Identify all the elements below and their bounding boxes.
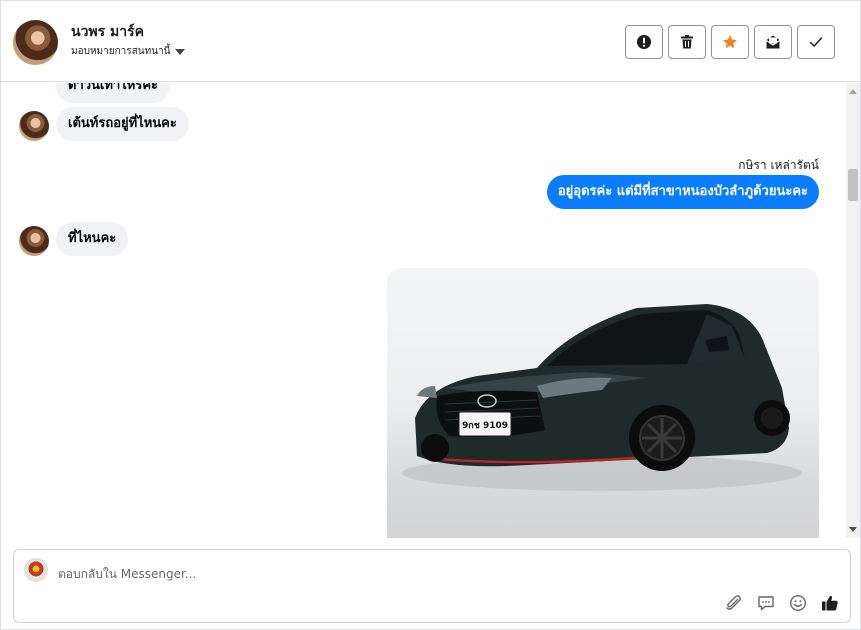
- attach-button[interactable]: [724, 593, 744, 613]
- saved-reply-icon: [758, 596, 774, 611]
- assign-label: มอบหมายการสนทนานี้: [71, 46, 171, 57]
- emoji-button[interactable]: [788, 593, 808, 613]
- scroll-up-arrow-icon[interactable]: [849, 89, 857, 94]
- like-button[interactable]: [820, 593, 840, 613]
- conversation-actions: [625, 25, 835, 59]
- mark-unread-button[interactable]: [754, 25, 792, 59]
- conversation-header: นวพร มาร์ค มอบหมายการสนทนานี้: [1, 1, 860, 82]
- thumbs-up-icon: [822, 595, 838, 611]
- contact-avatar[interactable]: [13, 20, 58, 65]
- message-bubble-incoming[interactable]: เต้นท์รถอยู่ที่ไหนคะ: [56, 107, 189, 141]
- envelope-icon: [766, 35, 780, 49]
- star-icon: [723, 35, 737, 49]
- delete-button[interactable]: [668, 25, 706, 59]
- license-plate: 9กช 9109: [462, 421, 508, 431]
- contact-avatar-small: [19, 111, 49, 141]
- checkmark-icon: [809, 37, 823, 47]
- reply-composer: [13, 549, 851, 623]
- message-bubble-incoming[interactable]: ที่ไหนคะ: [56, 222, 129, 256]
- scroll-down-arrow-icon[interactable]: [849, 527, 857, 532]
- mark-spam-button[interactable]: [625, 25, 663, 59]
- saved-reply-button[interactable]: [756, 593, 776, 613]
- mark-done-button[interactable]: [797, 25, 835, 59]
- assign-conversation-dropdown[interactable]: มอบหมายการสนทนานี้: [71, 44, 186, 59]
- star-button[interactable]: [711, 25, 749, 59]
- emoji-icon: [789, 594, 807, 612]
- inbox-conversation-panel: นวพร มาร์ค มอบหมายการสนทนานี้ ดาวนเทาไหร…: [0, 0, 861, 630]
- sender-name: กษิรา เหล่ารัตน์: [738, 158, 819, 172]
- car-photo: 9กช 9109: [402, 304, 802, 491]
- scrollbar-thumb[interactable]: [848, 169, 858, 201]
- exclamation-circle-icon: [637, 35, 651, 49]
- message-bubble-incoming[interactable]: ดาวนเทาไหรคะ: [56, 83, 171, 103]
- reply-input[interactable]: [58, 564, 658, 584]
- caret-down-icon: [175, 49, 186, 55]
- contact-avatar-small: [19, 226, 49, 256]
- composer-toolbar: [724, 593, 840, 613]
- contact-name[interactable]: นวพร มาร์ค: [71, 21, 144, 43]
- page-avatar: [24, 558, 48, 582]
- paperclip-icon: [726, 595, 741, 610]
- message-image-car[interactable]: 9กช 9109: [387, 268, 819, 538]
- message-bubble-outgoing[interactable]: อยู่อุดรค่ะ แต่มีที่สาขาหนองบัวลำภูด้วยน…: [546, 175, 819, 209]
- trash-icon: [681, 35, 693, 49]
- thread-scrollbar[interactable]: [846, 83, 860, 538]
- message-thread[interactable]: ดาวนเทาไหรคะ เต้นท์รถอยู่ที่ไหนคะ กษิรา …: [1, 83, 846, 538]
